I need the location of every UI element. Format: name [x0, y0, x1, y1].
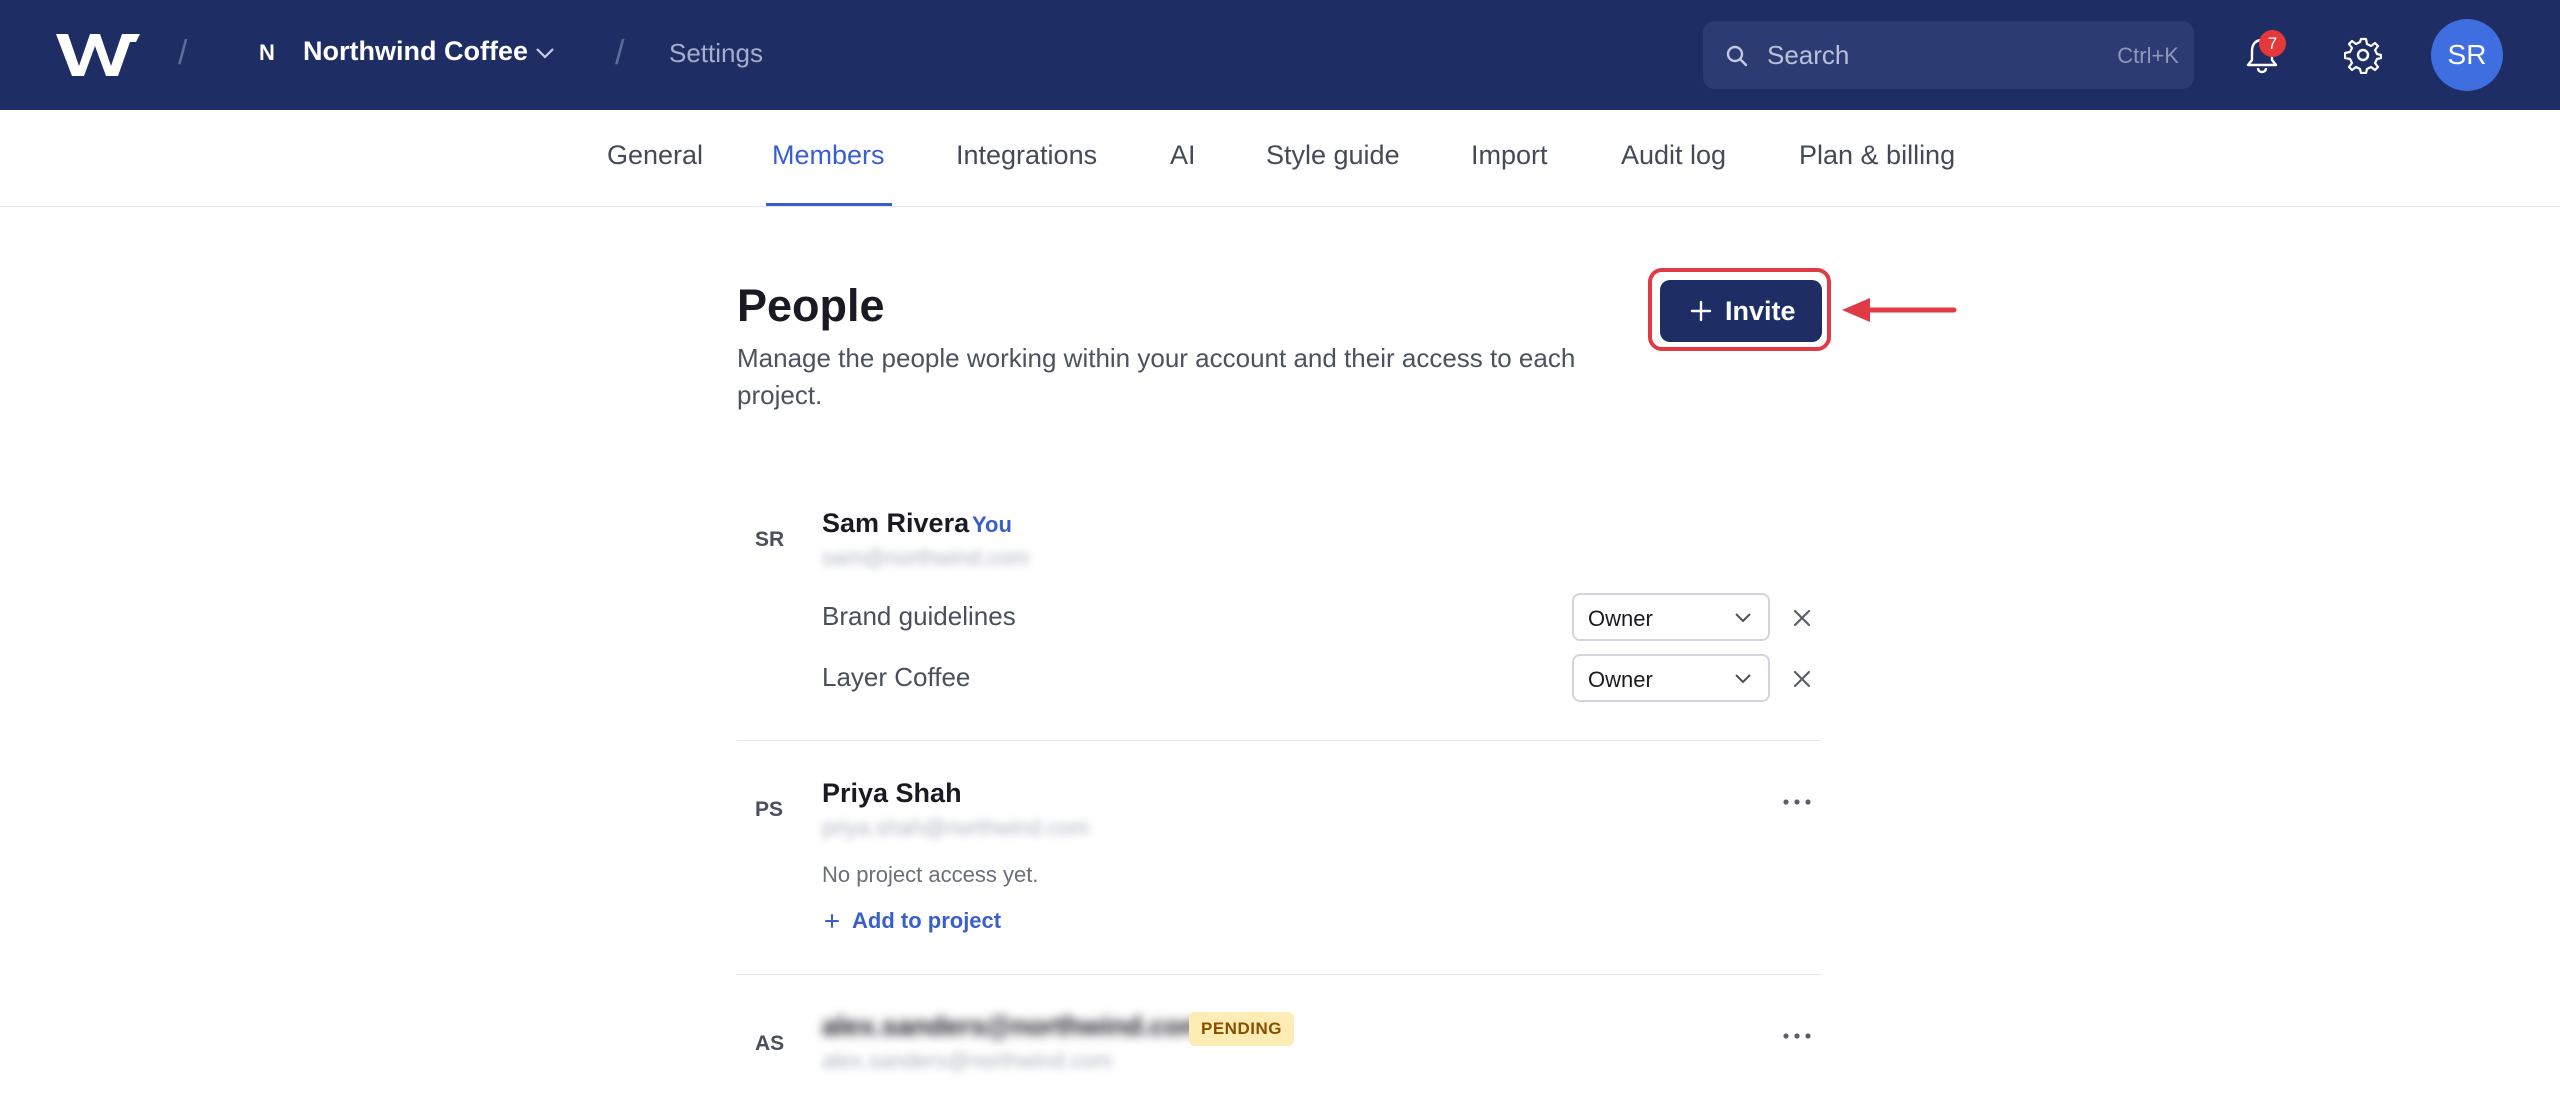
tab-members[interactable]: Members	[772, 140, 885, 171]
project-name: Layer Coffee	[822, 662, 971, 692]
role-select-value: Owner	[1588, 667, 1653, 692]
member-email-secondary: alex.sanders@northwind.com	[822, 1048, 1113, 1073]
tab-style-guide[interactable]: Style guide	[1266, 140, 1400, 171]
more-horizontal-icon[interactable]	[1782, 798, 1812, 806]
tab-audit-log[interactable]: Audit log	[1621, 140, 1726, 171]
chevron-down-icon[interactable]	[535, 46, 555, 60]
app-logo-icon[interactable]	[56, 32, 140, 78]
member-email: priya.shah@northwind.com	[822, 815, 1089, 840]
page-title: People	[737, 280, 885, 331]
search-placeholder: Search	[1767, 40, 1850, 70]
arrow-left-icon	[1842, 298, 1957, 322]
search-shortcut: Ctrl+K	[2117, 43, 2179, 68]
no-access-note: No project access yet.	[822, 862, 1039, 887]
tab-general[interactable]: General	[607, 140, 703, 171]
member-avatar: AS	[755, 1032, 785, 1055]
settings-tabs: General Members Integrations AI Style gu…	[0, 110, 2560, 207]
breadcrumb-settings[interactable]: Settings	[669, 38, 763, 69]
add-to-project-label: Add to project	[852, 908, 1002, 933]
user-avatar[interactable]: SR	[2431, 19, 2503, 91]
notification-badge: 7	[2259, 30, 2286, 57]
member-divider	[737, 740, 1822, 741]
tab-plan-billing[interactable]: Plan & billing	[1799, 140, 1955, 171]
page-description: Manage the people working within your ac…	[737, 343, 1576, 410]
chevron-down-icon	[1735, 613, 1751, 623]
member-email: alex.sanders@northwind.com	[822, 1011, 1206, 1041]
member-avatar: PS	[755, 798, 784, 821]
breadcrumb-separator: /	[178, 34, 188, 72]
status-badge: PENDING	[1189, 1012, 1294, 1046]
member-name: Priya Shah	[822, 778, 962, 808]
invite-button[interactable]: Invite	[1660, 280, 1822, 342]
gear-icon[interactable]	[2344, 36, 2382, 74]
tab-import[interactable]: Import	[1471, 140, 1548, 171]
search-bar[interactable]: Search Ctrl+K	[1703, 21, 2194, 89]
search-icon	[1726, 45, 1748, 67]
plus-icon	[1690, 300, 1712, 322]
role-select[interactable]: Owner	[1572, 593, 1770, 641]
close-icon[interactable]	[1793, 670, 1811, 688]
more-horizontal-icon[interactable]	[1782, 1032, 1812, 1040]
member-email: sam@northwind.com	[822, 545, 1029, 570]
workspace-switcher[interactable]: Northwind Coffee	[303, 36, 528, 67]
close-icon[interactable]	[1793, 609, 1811, 627]
role-select[interactable]: Owner	[1572, 654, 1770, 702]
active-tab-indicator	[766, 203, 892, 206]
chevron-down-icon	[1735, 674, 1751, 684]
member-name: Sam Rivera	[822, 508, 970, 538]
project-name: Brand guidelines	[822, 601, 1016, 631]
member-divider	[737, 974, 1822, 975]
you-label: You	[972, 512, 1012, 537]
role-select-value: Owner	[1588, 606, 1653, 631]
breadcrumb-separator: /	[615, 34, 625, 72]
invite-button-label: Invite	[1725, 296, 1796, 326]
tab-integrations[interactable]: Integrations	[956, 140, 1097, 171]
workspace-initial: N	[259, 40, 275, 65]
top-navigation-bar: / N Northwind Coffee / Settings Search C…	[0, 0, 2560, 110]
member-avatar: SR	[755, 528, 785, 551]
tab-ai[interactable]: AI	[1170, 140, 1196, 171]
plus-icon	[825, 914, 839, 928]
